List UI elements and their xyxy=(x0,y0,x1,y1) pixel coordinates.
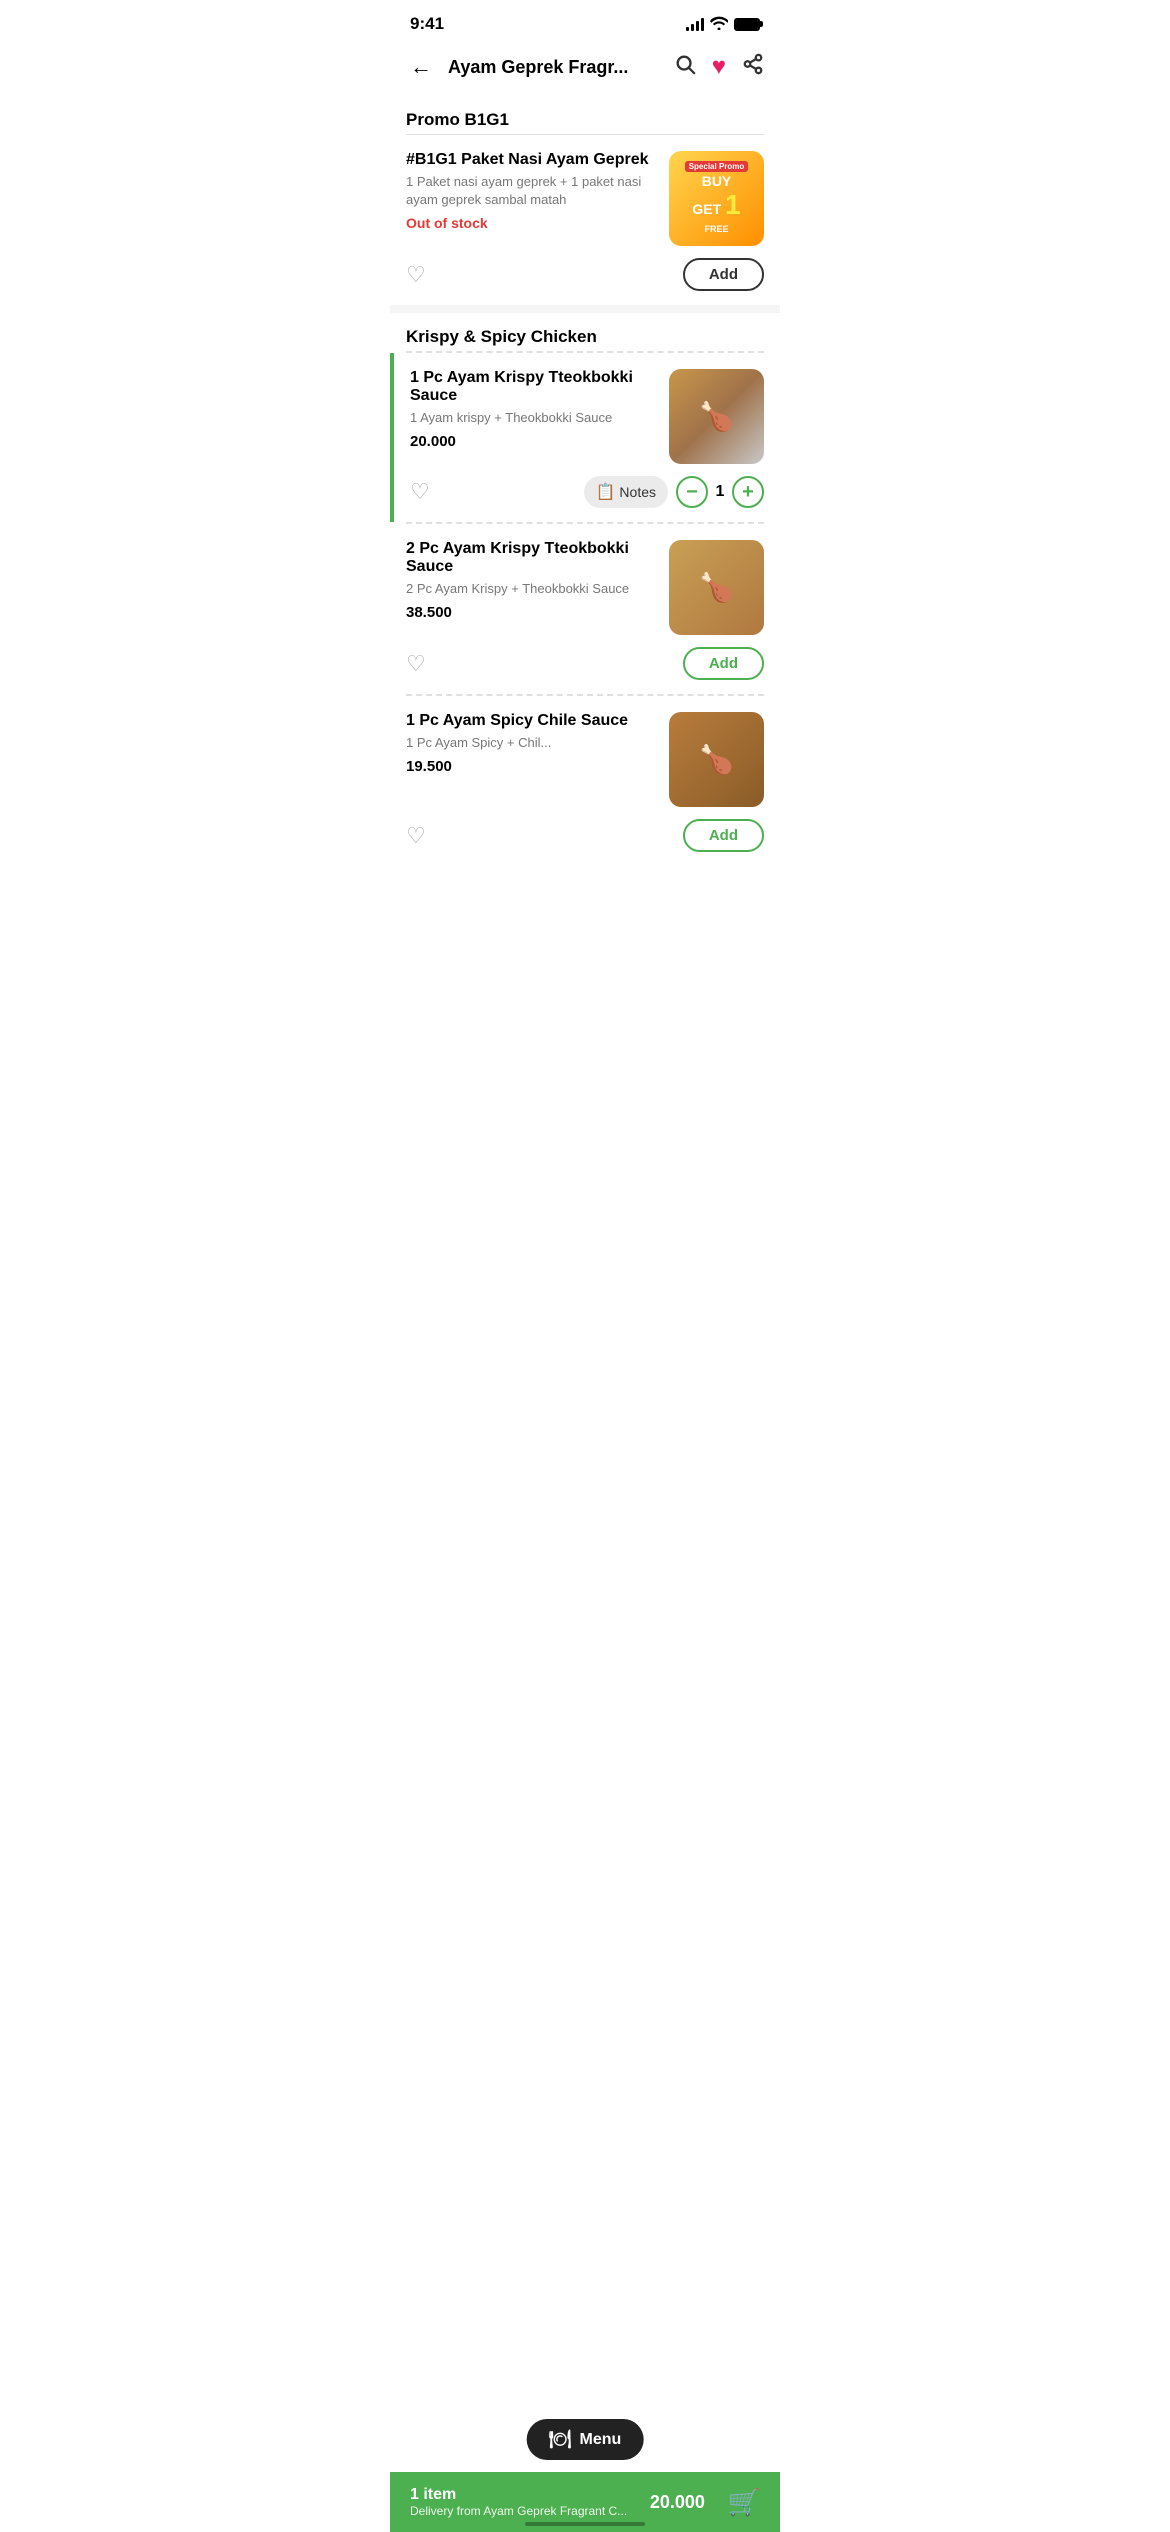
signal-icon xyxy=(686,17,704,31)
b1g1-out-of-stock: Out of stock xyxy=(406,215,657,231)
krispy-item-2-price: 38.500 xyxy=(406,604,657,621)
cart-total-price: 20.000 xyxy=(650,2492,705,2513)
krispy-item-3: 1 Pc Ayam Spicy Chile Sauce 1 Pc Ayam Sp… xyxy=(390,696,780,819)
krispy-item-1-qty-controls: 📋 Notes − 1 + xyxy=(584,476,765,508)
krispy-item-3-info: 1 Pc Ayam Spicy Chile Sauce 1 Pc Ayam Sp… xyxy=(406,712,657,807)
krispy-item-1-like-button[interactable]: ♡ xyxy=(410,479,430,505)
page-title: Ayam Geprek Fragr... xyxy=(448,57,662,78)
krispy-item-2-like-button[interactable]: ♡ xyxy=(406,651,426,677)
krispy-item-1-image: 🍗 xyxy=(669,369,764,464)
b1g1-item-desc: 1 Paket nasi ayam geprek + 1 paket nasi … xyxy=(406,173,657,209)
krispy-item-3-add-button[interactable]: Add xyxy=(683,819,764,852)
krispy-item-2: 2 Pc Ayam Krispy Tteokbokki Sauce 2 Pc A… xyxy=(390,524,780,647)
krispy-item-1-price: 20.000 xyxy=(410,433,657,450)
header-icons: ♥ xyxy=(674,53,764,81)
cart-delivery-text: Delivery from Ayam Geprek Fragrant C... xyxy=(410,2504,627,2518)
krispy-item-1-actions: ♡ 📋 Notes − 1 + xyxy=(390,476,780,522)
menu-float-button[interactable]: 🍽 Menu xyxy=(527,2419,644,2460)
b1g1-buy-text: BUY GET 1 FREE xyxy=(685,174,749,236)
krispy-item-3-like-button[interactable]: ♡ xyxy=(406,823,426,849)
cart-items-count: 1 item xyxy=(410,2486,627,2504)
krispy-item-3-actions: ♡ Add xyxy=(390,819,780,866)
krispy-item-3-name: 1 Pc Ayam Spicy Chile Sauce xyxy=(406,712,657,730)
promo-section-title: Promo B1G1 xyxy=(390,96,780,134)
qty-minus-button[interactable]: − xyxy=(676,476,708,508)
b1g1-item-info: #B1G1 Paket Nasi Ayam Geprek 1 Paket nas… xyxy=(406,151,657,246)
section-divider xyxy=(390,305,780,313)
qty-number: 1 xyxy=(708,483,732,501)
favorite-icon[interactable]: ♥ xyxy=(712,53,726,81)
krispy-item-3-price: 19.500 xyxy=(406,758,657,775)
menu-float-label: Menu xyxy=(580,2431,622,2449)
krispy-item-1-info: 1 Pc Ayam Krispy Tteokbokki Sauce 1 Ayam… xyxy=(410,369,657,464)
share-icon[interactable] xyxy=(742,53,764,81)
krispy-item-2-add-button[interactable]: Add xyxy=(683,647,764,680)
krispy-item-2-info: 2 Pc Ayam Krispy Tteokbokki Sauce 2 Pc A… xyxy=(406,540,657,635)
b1g1-add-button[interactable]: Add xyxy=(683,258,764,291)
krispy-section-title: Krispy & Spicy Chicken xyxy=(390,313,780,351)
b1g1-like-button[interactable]: ♡ xyxy=(406,262,426,288)
cart-basket-icon: 🛒 xyxy=(728,2487,760,2518)
wifi-icon xyxy=(710,16,728,33)
krispy-item-1: 1 Pc Ayam Krispy Tteokbokki Sauce 1 Ayam… xyxy=(390,353,780,476)
notes-button[interactable]: 📋 Notes xyxy=(584,476,669,508)
menu-float-icon: 🍽 xyxy=(549,2429,572,2450)
home-indicator xyxy=(525,2522,645,2526)
status-icons xyxy=(686,16,760,33)
status-bar: 9:41 xyxy=(390,0,780,42)
krispy-item-3-desc: 1 Pc Ayam Spicy + Chil... xyxy=(406,734,657,752)
b1g1-special-label: Special Promo xyxy=(685,161,749,172)
header: ← Ayam Geprek Fragr... ♥ xyxy=(390,42,780,96)
b1g1-item: #B1G1 Paket Nasi Ayam Geprek 1 Paket nas… xyxy=(390,135,780,258)
notes-icon: 📋 xyxy=(596,482,616,502)
b1g1-item-image: Special Promo BUY GET 1 FREE xyxy=(669,151,764,246)
krispy-item-3-image: 🍗 xyxy=(669,712,764,807)
cart-info: 1 item Delivery from Ayam Geprek Fragran… xyxy=(410,2486,627,2518)
krispy-item-2-image: 🍗 xyxy=(669,540,764,635)
battery-icon xyxy=(734,18,760,31)
notes-label: Notes xyxy=(619,484,656,500)
b1g1-item-actions: ♡ Add xyxy=(390,258,780,305)
search-icon[interactable] xyxy=(674,53,696,81)
krispy-item-2-desc: 2 Pc Ayam Krispy + Theokbokki Sauce xyxy=(406,580,657,598)
krispy-item-2-name: 2 Pc Ayam Krispy Tteokbokki Sauce xyxy=(406,540,657,576)
status-time: 9:41 xyxy=(410,14,444,34)
krispy-item-2-actions: ♡ Add xyxy=(390,647,780,694)
b1g1-item-name: #B1G1 Paket Nasi Ayam Geprek xyxy=(406,151,657,169)
krispy-item-1-desc: 1 Ayam krispy + Theokbokki Sauce xyxy=(410,409,657,427)
back-button[interactable]: ← xyxy=(406,50,436,84)
krispy-item-1-name: 1 Pc Ayam Krispy Tteokbokki Sauce xyxy=(410,369,657,405)
qty-plus-button[interactable]: + xyxy=(732,476,764,508)
